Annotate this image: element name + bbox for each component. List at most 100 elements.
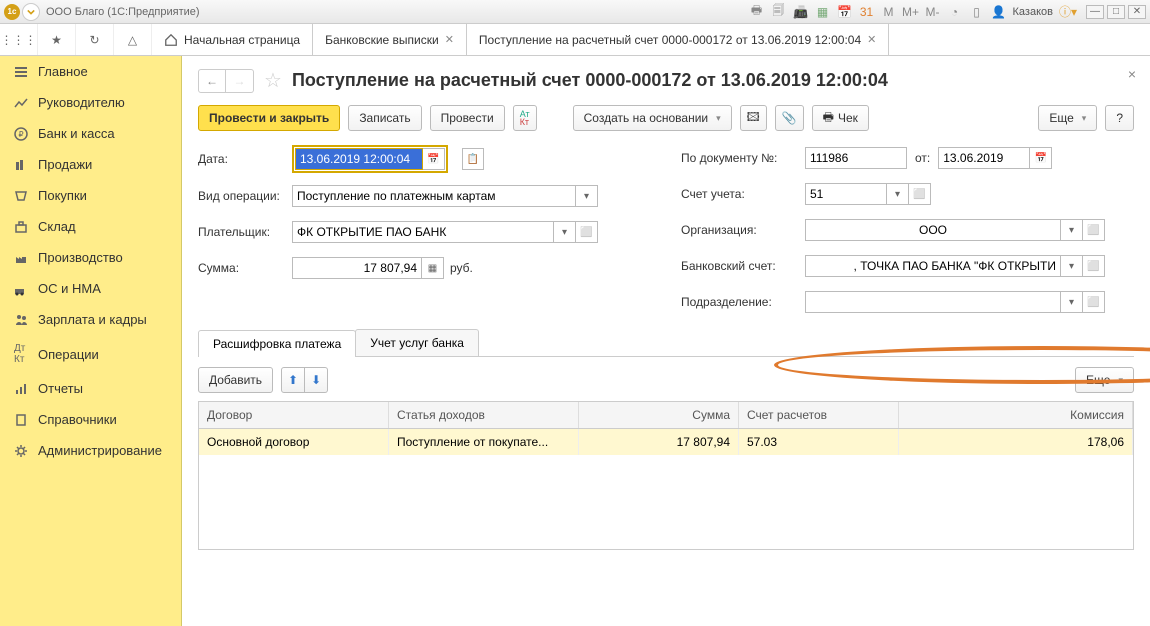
window-close[interactable]: ✕ xyxy=(1128,5,1146,19)
sidebar-item-assets[interactable]: ОС и НМА xyxy=(0,273,181,304)
dept-input[interactable] xyxy=(805,291,1061,313)
open-icon[interactable]: ⬜ xyxy=(1083,291,1105,313)
open-icon[interactable]: ⬜ xyxy=(576,221,598,243)
sidebar-item-warehouse[interactable]: Склад xyxy=(0,211,181,242)
tab-bank-statements[interactable]: Банковские выписки ✕ xyxy=(313,24,467,55)
dropdown-icon[interactable]: ▾ xyxy=(576,185,598,207)
calendar-picker-icon[interactable]: 📅 xyxy=(423,148,445,170)
more-button[interactable]: Еще xyxy=(1038,105,1097,131)
open-icon[interactable]: ⬜ xyxy=(909,183,931,205)
help-button[interactable]: ? xyxy=(1105,105,1134,131)
sidebar-item-sales[interactable]: Продажи xyxy=(0,149,181,180)
sidebar-item-production[interactable]: Производство xyxy=(0,242,181,273)
move-up-button[interactable]: ⬆ xyxy=(281,367,305,393)
sidebar-item-bank[interactable]: ₽Банк и касса xyxy=(0,118,181,149)
refresh-date-icon[interactable]: 📋 xyxy=(462,148,484,170)
table-more-button[interactable]: Еще xyxy=(1075,367,1134,393)
date-input[interactable] xyxy=(295,148,423,170)
m-icon[interactable]: M xyxy=(881,4,897,20)
from-date-input[interactable] xyxy=(938,147,1030,169)
post-button[interactable]: Провести xyxy=(430,105,505,131)
tab-receipt-label: Поступление на расчетный счет 0000-00017… xyxy=(479,33,861,47)
sum-input[interactable] xyxy=(292,257,422,279)
calendar-picker-icon[interactable]: 📅 xyxy=(1030,147,1052,169)
sum-label: Сумма: xyxy=(198,261,292,275)
docnum-input[interactable] xyxy=(805,147,907,169)
cheque-button[interactable]: 🖶Чек xyxy=(812,105,869,131)
apps-grid-icon[interactable]: ⋮⋮⋮ xyxy=(0,24,38,55)
sidebar-item-catalogs[interactable]: Справочники xyxy=(0,404,181,435)
column-income[interactable]: Статья доходов xyxy=(389,402,579,428)
move-down-button[interactable]: ⬇ xyxy=(305,367,328,393)
sidebar-item-label: Операции xyxy=(38,347,99,362)
table-row[interactable]: Основной договор Поступление от покупате… xyxy=(199,429,1133,455)
bank-input[interactable] xyxy=(805,255,1061,277)
calendar-icon[interactable]: 📅 xyxy=(837,4,853,20)
sidebar-item-label: ОС и НМА xyxy=(38,281,101,296)
column-contract[interactable]: Договор xyxy=(199,402,389,428)
link-button[interactable]: 🖾 xyxy=(740,105,767,131)
favorite-star-icon[interactable]: ★ xyxy=(38,24,76,55)
sidebar-item-manager[interactable]: Руководителю xyxy=(0,87,181,118)
sidebar-item-label: Зарплата и кадры xyxy=(38,312,147,327)
sidebar-item-purchases[interactable]: Покупки xyxy=(0,180,181,211)
sidebar-item-label: Руководителю xyxy=(38,95,125,110)
sidebar-item-operations[interactable]: ДтКтОперации xyxy=(0,335,181,373)
nav-forward-button[interactable]: → xyxy=(226,69,254,93)
dropdown-icon[interactable]: ▾ xyxy=(1061,291,1083,313)
dtkt-button[interactable]: АтКт xyxy=(513,105,537,131)
clock-icon[interactable]: ◔ xyxy=(947,4,963,20)
tab-home[interactable]: Начальная страница xyxy=(152,24,313,55)
close-icon[interactable]: ✕ xyxy=(445,33,454,46)
sidebar-item-admin[interactable]: Администрирование xyxy=(0,435,181,466)
optype-label: Вид операции: xyxy=(198,189,292,203)
page-close-icon[interactable]: × xyxy=(1128,66,1136,82)
dropdown-icon[interactable]: ▾ xyxy=(1061,219,1083,241)
sidebar-item-reports[interactable]: Отчеты xyxy=(0,373,181,404)
add-row-button[interactable]: Добавить xyxy=(198,367,273,393)
tab-payment-details[interactable]: Расшифровка платежа xyxy=(198,330,356,357)
panel-icon[interactable]: ▯ xyxy=(969,4,985,20)
column-account[interactable]: Счет расчетов xyxy=(739,402,899,428)
sidebar-item-salary[interactable]: Зарплата и кадры xyxy=(0,304,181,335)
column-commission[interactable]: Комиссия xyxy=(899,402,1133,428)
nav-back-button[interactable]: ← xyxy=(198,69,226,93)
open-icon[interactable]: ⬜ xyxy=(1083,219,1105,241)
create-based-button[interactable]: Создать на основании xyxy=(573,105,732,131)
close-icon[interactable]: ✕ xyxy=(867,33,876,46)
mplus-icon[interactable]: M+ xyxy=(903,4,919,20)
post-and-close-button[interactable]: Провести и закрыть xyxy=(198,105,340,131)
acct-input[interactable] xyxy=(805,183,887,205)
window-maximize[interactable]: □ xyxy=(1107,5,1125,19)
org-input[interactable] xyxy=(805,219,1061,241)
print-icon[interactable]: 🖶 xyxy=(749,4,765,20)
tab-bank-services[interactable]: Учет услуг банка xyxy=(355,329,479,356)
info-icon[interactable]: ⓘ▾ xyxy=(1059,3,1077,20)
date-icon[interactable]: 31 xyxy=(859,4,875,20)
grid-icon[interactable]: ▦ xyxy=(815,4,831,20)
dropdown-icon[interactable]: ▾ xyxy=(554,221,576,243)
attach-button[interactable]: 📎 xyxy=(775,105,804,131)
sidebar-item-main[interactable]: Главное xyxy=(0,56,181,87)
history-icon[interactable]: ↻ xyxy=(76,24,114,55)
nav-back-forward: ← → xyxy=(198,69,254,93)
payer-input[interactable] xyxy=(292,221,554,243)
open-icon[interactable]: ⬜ xyxy=(1083,255,1105,277)
current-user[interactable]: Казаков xyxy=(1013,6,1053,18)
tool-icon[interactable]: 🗐 xyxy=(771,4,787,20)
tab-receipt[interactable]: Поступление на расчетный счет 0000-00017… xyxy=(467,24,889,55)
window-minimize[interactable]: — xyxy=(1086,5,1104,19)
favorite-toggle-icon[interactable]: ☆ xyxy=(264,68,282,93)
dropdown-icon[interactable]: ▾ xyxy=(1061,255,1083,277)
calc-icon[interactable]: ▦ xyxy=(422,257,444,279)
notifications-icon[interactable]: △ xyxy=(114,24,152,55)
app-menu-dropdown[interactable] xyxy=(22,3,40,21)
save-button[interactable]: Записать xyxy=(348,105,421,131)
optype-input[interactable] xyxy=(292,185,576,207)
calc-icon[interactable]: 📠 xyxy=(793,4,809,20)
column-sum[interactable]: Сумма xyxy=(579,402,739,428)
user-icon: 👤 xyxy=(991,4,1007,20)
mminus-icon[interactable]: M- xyxy=(925,4,941,20)
titlebar-tools: 🖶 🗐 📠 ▦ 📅 31 M M+ M- ◔ ▯ 👤 xyxy=(749,4,1007,20)
dropdown-icon[interactable]: ▾ xyxy=(887,183,909,205)
